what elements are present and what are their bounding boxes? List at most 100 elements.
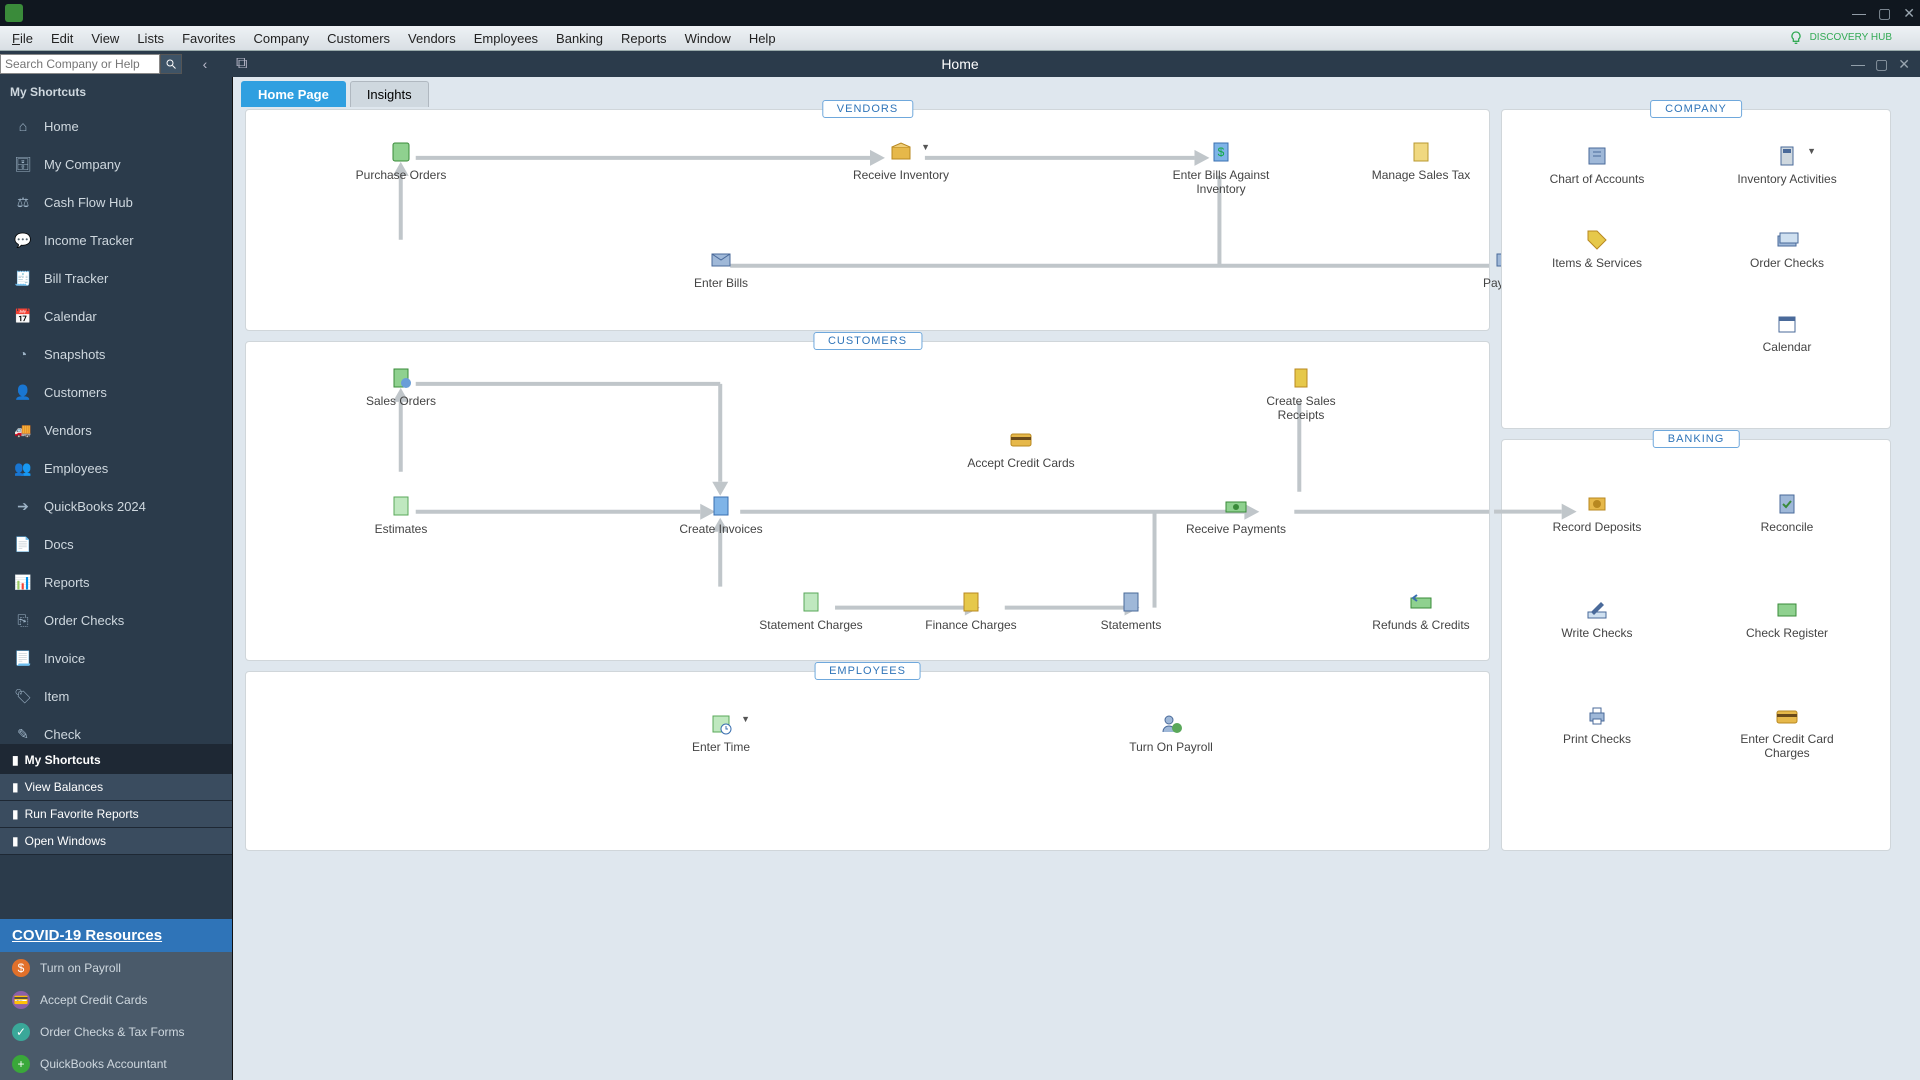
speech-icon: 💬: [14, 231, 32, 249]
menu-file[interactable]: File: [12, 31, 33, 46]
node-inventory-activities[interactable]: ▼Inventory Activities: [1732, 144, 1842, 186]
node-reconcile[interactable]: Reconcile: [1732, 492, 1842, 534]
node-receive-payments[interactable]: Receive Payments: [1181, 494, 1291, 536]
sidebar-item-check[interactable]: ✎Check: [0, 715, 232, 747]
sidebar-item-employees[interactable]: 👥Employees: [0, 449, 232, 487]
node-enter-time[interactable]: ▼Enter Time: [666, 712, 776, 754]
node-finance-charges[interactable]: Finance Charges: [916, 590, 1026, 632]
node-receive-inventory[interactable]: ▼Receive Inventory: [846, 140, 956, 182]
subwin-close-icon[interactable]: ✕: [1898, 56, 1910, 73]
node-sales-orders[interactable]: Sales Orders: [346, 366, 456, 408]
menu-reports[interactable]: Reports: [621, 31, 667, 46]
tab-run-favorite-reports[interactable]: ▮ Run Favorite Reports: [0, 801, 232, 828]
sidebar-item-label: Order Checks: [44, 613, 124, 628]
menu-vendors[interactable]: Vendors: [408, 31, 456, 46]
do-more-accept-cc[interactable]: 💳Accept Credit Cards: [0, 984, 232, 1016]
sidebar-item-cash-flow[interactable]: ⚖Cash Flow Hub: [0, 183, 232, 221]
sidebar-item-calendar[interactable]: 📅Calendar: [0, 297, 232, 335]
node-print-checks[interactable]: Print Checks: [1542, 704, 1652, 746]
sidebar-item-vendors[interactable]: 🚚Vendors: [0, 411, 232, 449]
main: My Shortcuts ⌂Home 🗄My Company ⚖Cash Flo…: [0, 77, 1920, 1080]
node-record-deposits[interactable]: Record Deposits: [1542, 492, 1652, 534]
do-more-turn-on-payroll[interactable]: $Turn on Payroll: [0, 952, 232, 984]
maximize-icon[interactable]: ▢: [1878, 5, 1891, 22]
menu-banking[interactable]: Banking: [556, 31, 603, 46]
minimize-icon[interactable]: —: [1852, 5, 1866, 22]
sidebar-item-invoice[interactable]: 📃Invoice: [0, 639, 232, 677]
subwin-minimize-icon[interactable]: —: [1851, 56, 1865, 73]
sidebar-item-snapshots[interactable]: ◔Snapshots: [0, 335, 232, 373]
menu-edit[interactable]: Edit: [51, 31, 73, 46]
sidebar-item-bill-tracker[interactable]: 🧾Bill Tracker: [0, 259, 232, 297]
node-manage-sales-tax[interactable]: Manage Sales Tax: [1366, 140, 1476, 182]
node-items-services[interactable]: Items & Services: [1542, 228, 1652, 270]
close-icon[interactable]: ✕: [1903, 5, 1915, 22]
lightbulb-icon: [1788, 30, 1804, 46]
sidebar-item-my-company[interactable]: 🗄My Company: [0, 145, 232, 183]
popout-icon[interactable]: ⧉: [236, 55, 247, 73]
node-order-checks[interactable]: Order Checks: [1732, 228, 1842, 270]
menu-help[interactable]: Help: [749, 31, 776, 46]
node-create-invoices[interactable]: Create Invoices: [666, 494, 776, 536]
tab-home-page[interactable]: Home Page: [241, 81, 346, 107]
tab-open-windows[interactable]: ▮ Open Windows: [0, 828, 232, 855]
menu-lists[interactable]: Lists: [137, 31, 164, 46]
menu-view[interactable]: View: [91, 31, 119, 46]
tab-my-shortcuts[interactable]: ▮ My Shortcuts: [0, 747, 232, 774]
mail-icon: [707, 248, 735, 272]
node-estimates[interactable]: Estimates: [346, 494, 456, 536]
node-statements[interactable]: Statements: [1076, 590, 1186, 632]
cc-icon: [1007, 428, 1035, 452]
chevron-down-icon: ▼: [921, 142, 930, 152]
node-refunds-credits[interactable]: Refunds & Credits: [1366, 590, 1476, 632]
sidebar-item-home[interactable]: ⌂Home: [0, 107, 232, 145]
printer-icon: [1583, 704, 1611, 728]
menu-employees[interactable]: Employees: [474, 31, 538, 46]
customers-panel: CUSTOMERS Sales Orders Accept Credit Car…: [245, 341, 1490, 661]
node-turn-on-payroll[interactable]: Turn On Payroll: [1116, 712, 1226, 754]
sidebar-item-order-checks[interactable]: ⎘Order Checks: [0, 601, 232, 639]
menu-customers[interactable]: Customers: [327, 31, 390, 46]
tab-view-balances[interactable]: ▮ View Balances: [0, 774, 232, 801]
reconcile-icon: [1773, 492, 1801, 516]
company-label: COMPANY: [1650, 100, 1742, 118]
do-more-list: $Turn on Payroll 💳Accept Credit Cards ✓O…: [0, 952, 232, 1080]
menu-window[interactable]: Window: [685, 31, 731, 46]
sidebar-item-qb2024[interactable]: ➔QuickBooks 2024: [0, 487, 232, 525]
do-more-order-checks[interactable]: ✓Order Checks & Tax Forms: [0, 1016, 232, 1048]
discovery-hub[interactable]: DISCOVERY HUB: [1788, 30, 1892, 46]
node-enter-bills-inventory[interactable]: $Enter Bills Against Inventory: [1166, 140, 1276, 196]
sidebar-item-item[interactable]: 🏷Item: [0, 677, 232, 715]
node-enter-bills[interactable]: Enter Bills: [666, 248, 776, 290]
do-more-qb-accountant[interactable]: +QuickBooks Accountant: [0, 1048, 232, 1080]
node-purchase-orders[interactable]: Purchase Orders: [346, 140, 456, 182]
node-check-register[interactable]: Check Register: [1732, 598, 1842, 640]
subwin-maximize-icon[interactable]: ▢: [1875, 56, 1888, 73]
sidebar-shortcuts: ⌂Home 🗄My Company ⚖Cash Flow Hub 💬Income…: [0, 107, 232, 747]
sidebar-item-reports[interactable]: 📊Reports: [0, 563, 232, 601]
arrow-icon: ➔: [14, 497, 32, 515]
tab-insights[interactable]: Insights: [350, 81, 429, 107]
scales-icon: ⚖: [14, 193, 32, 211]
node-company-calendar[interactable]: Calendar: [1732, 312, 1842, 354]
node-statement-charges[interactable]: Statement Charges: [756, 590, 866, 632]
search-button[interactable]: [160, 54, 182, 74]
clock-icon: [707, 712, 735, 736]
cc-badge-icon: 💳: [12, 991, 30, 1009]
node-create-sales-receipts[interactable]: Create Sales Receipts: [1246, 366, 1356, 422]
node-accept-cc[interactable]: Accept Credit Cards: [966, 428, 1076, 470]
node-chart-accounts[interactable]: Chart of Accounts: [1542, 144, 1652, 186]
app-icon: [5, 4, 23, 22]
search-input[interactable]: [0, 54, 160, 74]
sidebar-item-docs[interactable]: 📄Docs: [0, 525, 232, 563]
customers-label: CUSTOMERS: [813, 332, 922, 350]
collapse-sidebar-button[interactable]: ‹: [194, 53, 216, 75]
banking-label: BANKING: [1653, 430, 1740, 448]
menu-favorites[interactable]: Favorites: [182, 31, 235, 46]
node-write-checks[interactable]: Write Checks: [1542, 598, 1652, 640]
sidebar-item-income-tracker[interactable]: 💬Income Tracker: [0, 221, 232, 259]
menu-company[interactable]: Company: [254, 31, 310, 46]
covid-resources-link[interactable]: COVID-19 Resources: [0, 919, 232, 952]
sidebar-item-customers[interactable]: 👤Customers: [0, 373, 232, 411]
node-enter-cc-charges[interactable]: Enter Credit Card Charges: [1732, 704, 1842, 760]
